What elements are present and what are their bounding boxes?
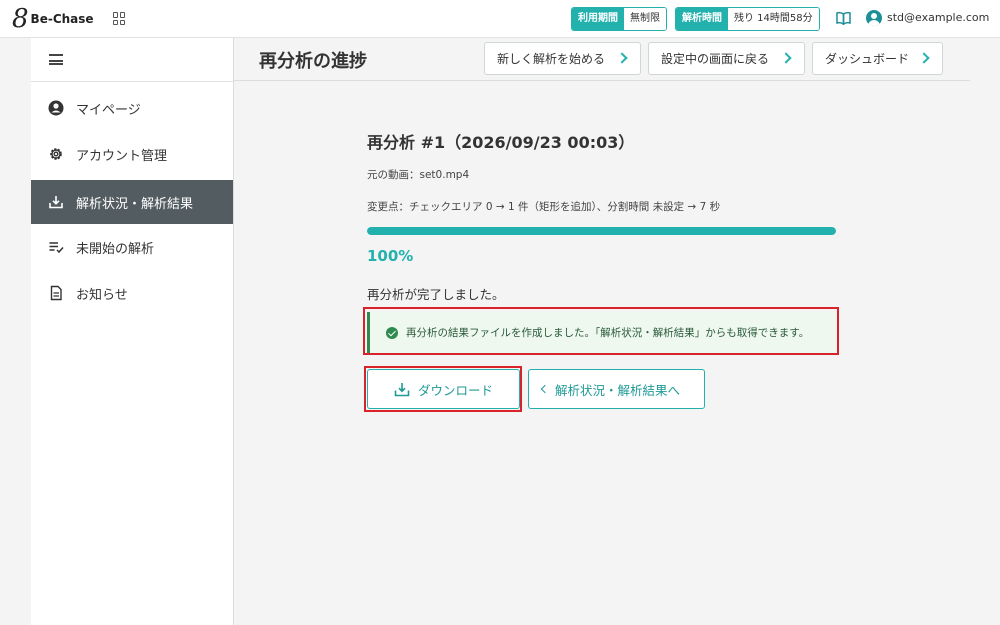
sidebar-item-label: アカウント管理 [76,148,168,164]
user-circle-icon [48,100,64,116]
sidebar-item-account[interactable]: アカウント管理 [31,132,233,176]
download-button-label: ダウンロード [417,382,493,398]
list-check-icon [48,239,64,255]
chevron-left-icon [540,384,550,394]
button-label: ダッシュボード [825,52,910,66]
chevron-right-icon [780,52,792,64]
sidebar-item-mypage[interactable]: マイページ [31,86,233,130]
usage-period-label: 利用期間 [572,8,624,30]
sidebar: マイページ アカウント管理 解析状況・解析結果 未開始の解析 お知らせ [31,38,234,625]
chevron-right-icon [918,52,930,64]
hamburger-menu-icon[interactable] [49,54,63,65]
check-circle-icon [386,326,398,339]
analysis-time-value: 残り 14時間58分 [728,8,819,30]
back-button-label: 解析状況・解析結果へ [555,382,681,398]
status-text: 再分析が完了しました。 [367,287,505,302]
source-video: 元の動画：set0.mp4 [367,169,470,181]
progress-bar [367,227,836,235]
logo-mark: 8 [12,4,29,34]
sidebar-item-label: 解析状況・解析結果 [76,196,194,212]
user-avatar-icon[interactable] [866,10,882,26]
page-title: 再分析の進捗 [259,51,367,72]
sidebar-item-label: 未開始の解析 [76,241,155,257]
back-to-results-button[interactable]: 解析状況・解析結果へ [528,369,705,409]
success-alert: 再分析の結果ファイルを作成しました。「解析状況・解析結果」からも取得できます。 [367,312,836,353]
apps-grid-icon[interactable] [113,12,126,25]
analysis-time-badge: 解析時間 残り 14時間58分 [675,7,820,31]
top-bar: 8 Be-Chase 利用期間 無制限 解析時間 残り 14時間58分 std@… [0,0,1000,38]
download-icon [394,382,410,397]
progress-percent: 100% [367,247,414,265]
document-icon [48,285,64,301]
sidebar-item-analysis-results[interactable]: 解析状況・解析結果 [31,180,233,224]
sidebar-item-news[interactable]: お知らせ [31,271,233,315]
app-logo[interactable]: 8 Be-Chase [12,6,94,32]
button-label: 新しく解析を始める [497,52,606,66]
alert-message: 再分析の結果ファイルを作成しました。「解析状況・解析結果」からも取得できます。 [406,327,810,339]
progress-fill [367,227,836,235]
analysis-time-label: 解析時間 [676,8,728,30]
button-label: 設定中の画面に戻る [661,52,770,66]
manual-book-icon[interactable] [836,11,851,25]
user-email[interactable]: std@example.com [887,11,989,24]
usage-period-value: 無制限 [624,8,666,30]
change-summary: 変更点：チェックエリア 0 → 1 件（矩形を追加）、分割時間 未設定 → 7 … [367,201,721,213]
job-title: 再分析 #1（2026/09/23 00:03） [367,133,635,152]
download-tray-icon [48,194,64,210]
sidebar-divider [31,81,233,82]
sidebar-item-label: お知らせ [76,287,128,303]
download-button[interactable]: ダウンロード [367,369,520,409]
back-to-settings-button[interactable]: 設定中の画面に戻る [648,42,805,75]
sidebar-item-not-started[interactable]: 未開始の解析 [31,225,233,269]
gear-icon [48,146,64,162]
header-divider [234,80,970,81]
dashboard-button[interactable]: ダッシュボード [812,42,943,75]
chevron-right-icon [616,52,628,64]
usage-period-badge: 利用期間 無制限 [571,7,667,31]
sidebar-item-label: マイページ [76,102,141,118]
logo-text: Be-Chase [30,12,94,26]
new-analysis-button[interactable]: 新しく解析を始める [484,42,641,75]
